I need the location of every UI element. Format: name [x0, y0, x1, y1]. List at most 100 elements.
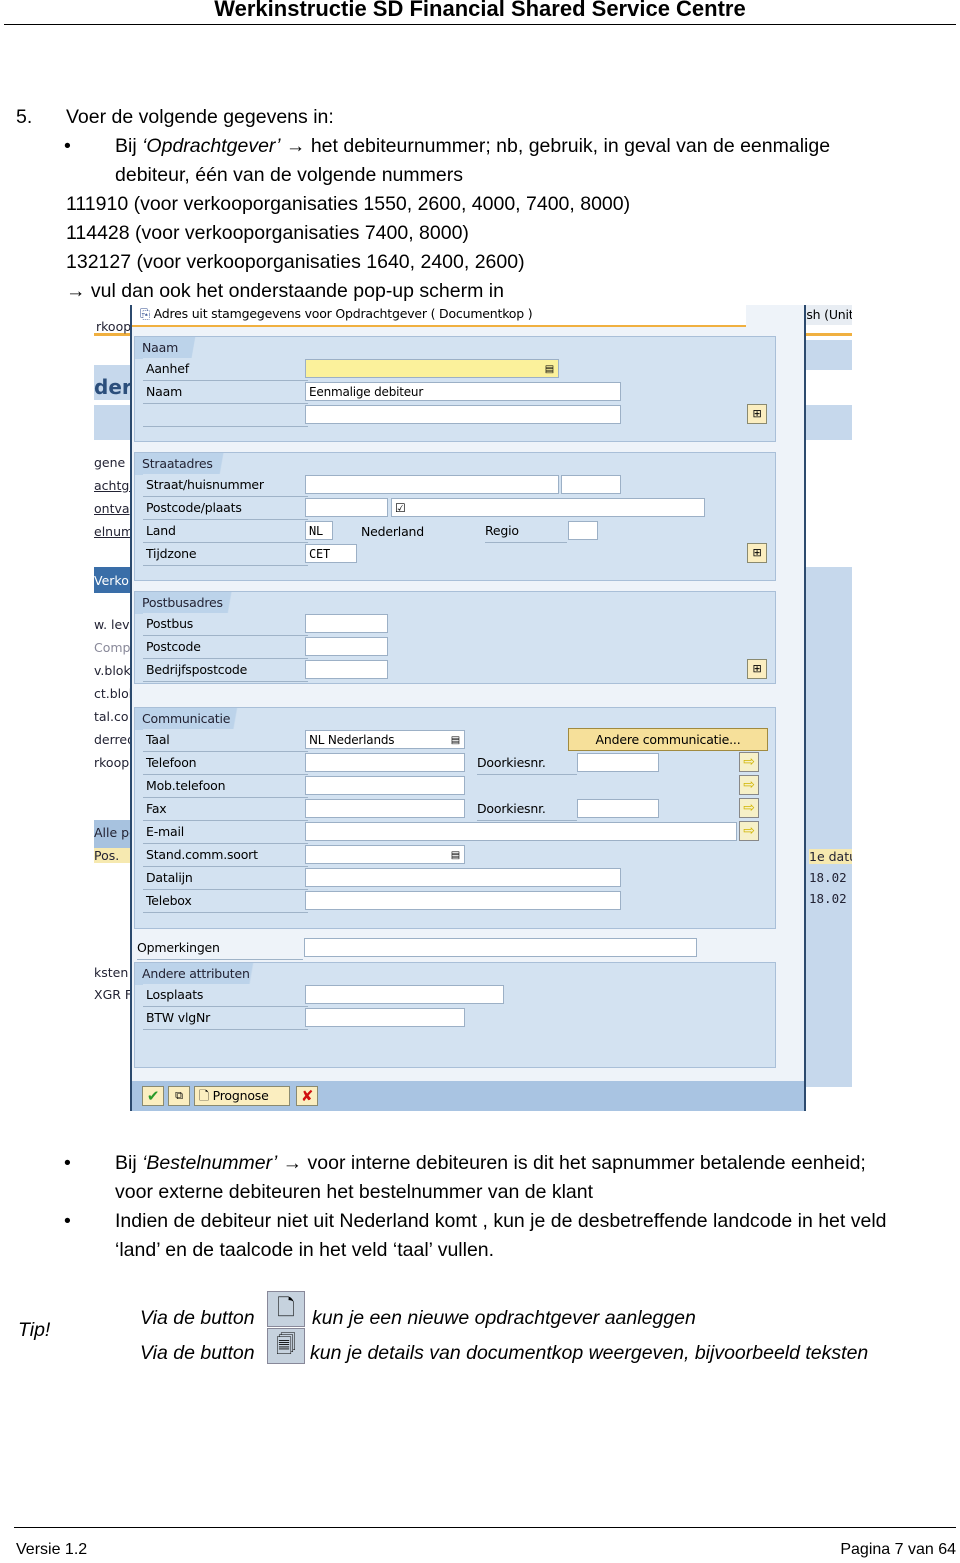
confirm-button[interactable]: ✔: [142, 1086, 164, 1106]
taal-dropdown[interactable]: NL Nederlands ▤: [305, 730, 465, 749]
bullet-opdrachtgever: Bij ‘Opdrachtgever’ → het debiteurnummer…: [115, 135, 830, 158]
email-input[interactable]: [305, 822, 737, 841]
number-3: 132127 (voor verkooporganisaties 1640, 2…: [66, 251, 525, 273]
email-more-button[interactable]: ⇨: [739, 821, 759, 841]
bg-text: Pos.: [94, 848, 130, 863]
bg-text: rkoop: [94, 755, 130, 770]
regio-input[interactable]: [568, 521, 598, 540]
arrow-right-icon: ⇨: [743, 800, 755, 816]
group-title: Postbusadres: [135, 592, 251, 614]
plaats-input[interactable]: ☑: [391, 498, 705, 517]
bg-bar: [803, 405, 852, 440]
bg-bar: [803, 567, 852, 1087]
group-title: Andere attributen: [135, 963, 278, 985]
datalijn-input[interactable]: [305, 868, 621, 887]
structure-button[interactable]: ⧉: [168, 1086, 190, 1106]
print-icon: 🗋: [199, 1088, 209, 1103]
telebox-input[interactable]: [305, 891, 621, 910]
mobiel-input[interactable]: [305, 776, 465, 795]
text: Bij: [115, 1152, 143, 1174]
step-number: 5.: [16, 106, 33, 128]
bg-text: w. lev: [94, 617, 130, 632]
accent-line: [803, 333, 852, 336]
land-input[interactable]: NL: [305, 521, 333, 540]
popup-toolbar: ✔ ⧉ 🗋 Prognose ✘: [132, 1081, 804, 1111]
bg-text: rkoop: [96, 319, 132, 334]
arrow-icon: →: [282, 1152, 303, 1174]
dropdown-icon: ▤: [450, 850, 460, 861]
opmerkingen-input[interactable]: [304, 938, 697, 957]
prognose-button[interactable]: 🗋 Prognose: [194, 1086, 290, 1106]
huisnummer-input[interactable]: [561, 475, 621, 494]
bg-text: v.blok: [94, 663, 131, 678]
bg-text: elnum: [94, 524, 134, 539]
expand-icon: ⊞: [752, 546, 762, 559]
arrow-right-icon: ⇨: [743, 777, 755, 793]
bullet-bestelnummer: Bij ‘Bestelnummer’ → voor interne debite…: [115, 1152, 866, 1175]
bg-text: der: [94, 375, 132, 399]
group-straatadres: Straatadres Straat/huisnummer Postcode/p…: [134, 452, 776, 581]
taal-value: NL Nederlands: [309, 733, 395, 747]
straat-input[interactable]: [305, 475, 559, 494]
label-datalijn: Datalijn: [143, 867, 308, 890]
label-fax: Fax: [143, 798, 308, 821]
popup-icon: ⎘: [140, 306, 150, 321]
losplaats-input[interactable]: [305, 985, 504, 1004]
label-doorkiesnr-fax: Doorkiesnr.: [477, 798, 577, 821]
popup-note: → vul dan ook het onderstaande pop-up sc…: [66, 280, 504, 302]
label-postcode: Postcode: [143, 636, 308, 659]
bg-text: gene: [94, 455, 126, 470]
number-1: 111910 (voor verkooporganisaties 1550, 2…: [66, 193, 631, 215]
bedrijfspostcode-input[interactable]: [305, 660, 388, 679]
telefoon-more-button[interactable]: ⇨: [739, 752, 759, 772]
bg-text: 18.02: [809, 870, 847, 885]
stand-comm-dropdown[interactable]: ▤: [305, 845, 465, 864]
postbus-input[interactable]: [305, 614, 388, 633]
btw-input[interactable]: [305, 1008, 465, 1027]
bullet-land: Indien de debiteur niet uit Nederland ko…: [115, 1210, 887, 1232]
expand-button[interactable]: ⊞: [747, 543, 767, 563]
label-naam2: [143, 404, 308, 427]
fax-more-button[interactable]: ⇨: [739, 798, 759, 818]
naam2-input[interactable]: [305, 405, 621, 424]
arrow-right-icon: ⇨: [743, 823, 755, 839]
group-title: Straatadres: [135, 453, 241, 475]
cancel-button[interactable]: ✘: [296, 1086, 318, 1106]
aanhef-dropdown[interactable]: ▤: [305, 359, 559, 378]
label-telefoon: Telefoon: [143, 752, 308, 775]
postbus-postcode-input[interactable]: [305, 637, 388, 656]
group-andere-attributen: Andere attributen Losplaats BTW vlgNr: [134, 962, 776, 1068]
tip-text: Via de button: [140, 1307, 255, 1329]
postcode-input[interactable]: [305, 498, 388, 517]
label-losplaats: Losplaats: [143, 984, 308, 1007]
mobiel-more-button[interactable]: ⇨: [739, 775, 759, 795]
naam-input[interactable]: Eenmalige debiteur: [305, 382, 621, 401]
tijdzone-input[interactable]: CET: [305, 544, 357, 563]
telefoon-input[interactable]: [305, 753, 465, 772]
bg-text: Verko: [94, 573, 129, 588]
expand-button[interactable]: ⊞: [747, 404, 767, 424]
hierarchy-icon: ⧉: [175, 1089, 183, 1102]
bullet-dot: •: [64, 135, 71, 157]
expand-icon: ⊞: [752, 662, 762, 675]
fax-input[interactable]: [305, 799, 465, 818]
expand-button[interactable]: ⊞: [747, 659, 767, 679]
label-regio: Regio: [485, 520, 567, 543]
bg-text: Comp: [94, 640, 131, 655]
field-name: ‘Bestelnummer’: [142, 1152, 278, 1174]
label-mobiel: Mob.telefoon: [143, 775, 308, 798]
label-naam: Naam: [143, 381, 308, 404]
label-straat: Straat/huisnummer: [143, 474, 308, 497]
group-title: Communicatie: [135, 708, 259, 730]
text: Bij: [115, 135, 143, 157]
label-doorkiesnr: Doorkiesnr.: [477, 752, 577, 775]
background-right: 1e datu 18.02 18.02: [803, 305, 852, 1111]
andere-communicatie-button[interactable]: Andere communicatie...: [568, 728, 768, 751]
close-icon: ✘: [300, 1087, 314, 1105]
doorkiesnr-input[interactable]: [577, 753, 659, 772]
group-naam: Naam Aanhef ▤ Naam Eenmalige debiteur ⊞: [134, 336, 776, 442]
group-postbusadres: Postbusadres Postbus Postcode Bedrijfspo…: [134, 591, 776, 684]
label-opmerkingen: Opmerkingen: [137, 937, 303, 960]
footer-rule: [14, 1527, 956, 1528]
fax-doorkiesnr-input[interactable]: [577, 799, 659, 818]
